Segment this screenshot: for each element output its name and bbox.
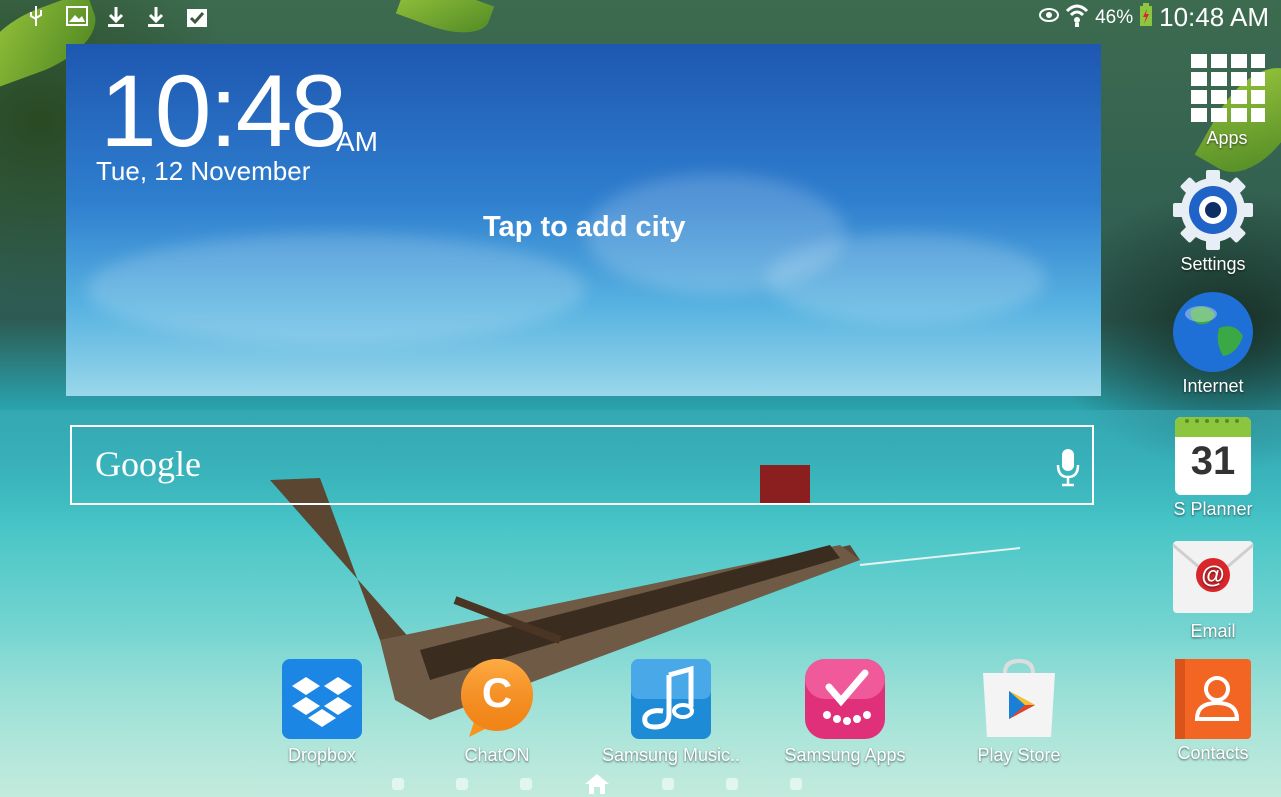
app-label: Dropbox — [287, 745, 357, 765]
apps-grid-icon — [1185, 50, 1269, 134]
chaton-app[interactable]: C ChatON — [412, 657, 582, 766]
widget-date: Tue, 12 November — [96, 156, 311, 186]
app-label: Play Store — [977, 745, 1061, 765]
page-dot[interactable] — [726, 778, 738, 790]
weather-clock-widget[interactable]: 10:48 AM Tue, 12 November Tap to add cit… — [66, 44, 1101, 396]
apps-launcher[interactable]: Apps — [1172, 50, 1281, 149]
app-label: Internet — [1182, 376, 1244, 396]
status-bar: 46% 10:48 AM — [0, 0, 1281, 34]
page-dot[interactable] — [392, 778, 404, 790]
wifi-icon — [1065, 3, 1089, 32]
battery-percent: 46% — [1095, 6, 1134, 28]
app-label: ChatON — [464, 745, 530, 765]
s-planner-app[interactable]: 31 S Planner — [1158, 413, 1268, 520]
contacts-icon — [1171, 657, 1255, 741]
google-search-bar[interactable]: Google — [70, 425, 1094, 505]
app-label: Contacts — [1177, 743, 1249, 763]
app-label: Samsung Apps — [784, 745, 906, 765]
settings-gear-icon — [1171, 168, 1255, 252]
dropbox-app[interactable]: Dropbox — [237, 657, 407, 766]
play-store-app[interactable]: Play Store — [934, 657, 1104, 766]
samsung-music-app[interactable]: Samsung Music.. — [586, 657, 756, 766]
image-icon — [66, 6, 88, 28]
samsung-apps-icon — [803, 657, 887, 741]
page-dot[interactable] — [790, 778, 802, 790]
download-icon — [106, 6, 126, 28]
music-note-icon — [629, 657, 713, 741]
dropbox-icon — [280, 657, 364, 741]
app-label: Settings — [1180, 254, 1246, 274]
chaton-glyph: C — [481, 669, 513, 716]
page-indicator — [392, 773, 802, 795]
svg-text:@: @ — [1201, 562, 1224, 589]
page-dot[interactable] — [662, 778, 674, 790]
calendar-icon: 31 — [1171, 413, 1255, 497]
internet-app[interactable]: Internet — [1158, 290, 1268, 397]
widget-clock-ampm: AM — [336, 126, 378, 157]
download-icon — [146, 6, 166, 28]
checkbox-icon — [186, 6, 207, 28]
widget-clock-time: 10:48 — [100, 54, 347, 168]
contacts-app[interactable]: Contacts — [1158, 657, 1268, 764]
globe-icon — [1171, 290, 1255, 374]
settings-app[interactable]: Settings — [1158, 168, 1268, 275]
chaton-icon: C — [455, 657, 539, 741]
page-dot[interactable] — [520, 778, 532, 790]
mic-icon[interactable] — [1056, 447, 1080, 487]
email-icon: @ — [1171, 535, 1255, 619]
page-dot[interactable] — [456, 778, 468, 790]
home-page-icon[interactable] — [584, 773, 610, 795]
play-store-icon — [977, 657, 1061, 741]
battery-icon — [1139, 3, 1153, 32]
app-label: S Planner — [1173, 499, 1253, 519]
usb-icon — [26, 6, 46, 28]
status-time: 10:48 AM — [1159, 2, 1269, 32]
eye-icon — [1039, 8, 1060, 27]
add-city-button[interactable]: Tap to add city — [483, 211, 685, 244]
app-label: Email — [1190, 621, 1236, 641]
google-logo: Google — [95, 444, 201, 484]
app-label: Samsung Music.. — [601, 745, 741, 765]
email-app[interactable]: @ Email — [1158, 535, 1268, 642]
calendar-day: 31 — [1190, 439, 1236, 483]
samsung-apps-app[interactable]: Samsung Apps — [760, 657, 930, 766]
